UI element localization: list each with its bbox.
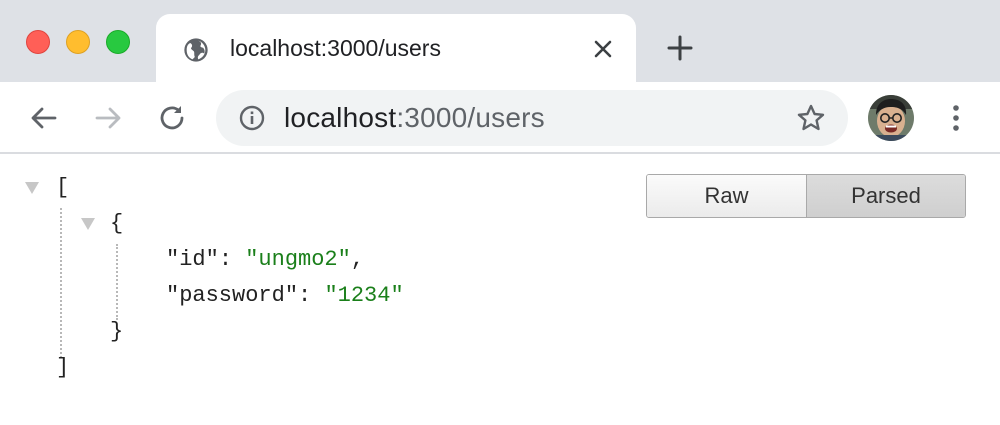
forward-arrow-icon[interactable] xyxy=(92,102,124,134)
json-key: "password" xyxy=(166,283,299,308)
reload-icon[interactable] xyxy=(156,102,188,134)
globe-icon xyxy=(184,38,208,62)
tab-title: localhost:3000/users xyxy=(230,35,441,61)
json-separator: : xyxy=(218,247,246,272)
array-open-bracket: [ xyxy=(56,175,70,200)
json-comma: , xyxy=(350,247,365,272)
json-string-value: "ungmo2" xyxy=(245,247,351,272)
close-tab-icon[interactable] xyxy=(590,36,616,62)
object-close-brace: } xyxy=(110,319,124,344)
raw-button[interactable]: Raw xyxy=(647,175,807,217)
url-path: :3000/users xyxy=(396,102,545,133)
active-tab[interactable]: localhost:3000/users xyxy=(156,14,636,82)
array-indent-guide xyxy=(60,208,62,358)
url-text[interactable]: localhost:3000/users xyxy=(284,102,545,134)
json-key: "id" xyxy=(166,247,219,272)
json-separator: : xyxy=(298,283,325,308)
new-tab-icon[interactable] xyxy=(664,32,696,64)
address-bar[interactable]: localhost:3000/users xyxy=(216,90,848,146)
object-indent-guide xyxy=(116,244,118,320)
tab-strip: localhost:3000/users xyxy=(0,0,1000,82)
json-entry-password: "password": "1234" xyxy=(166,282,404,310)
view-mode-switch: Raw Parsed xyxy=(646,174,966,218)
collapse-object-toggle-icon[interactable] xyxy=(80,217,96,231)
more-menu-icon[interactable] xyxy=(944,100,968,136)
close-window-button[interactable] xyxy=(26,30,50,54)
array-close-bracket: ] xyxy=(56,355,70,380)
profile-avatar[interactable] xyxy=(868,95,914,141)
back-arrow-icon[interactable] xyxy=(28,102,60,134)
info-icon[interactable] xyxy=(238,104,266,132)
url-host: localhost xyxy=(284,102,397,133)
object-open-brace: { xyxy=(110,211,124,236)
minimize-window-button[interactable] xyxy=(66,30,90,54)
parsed-button[interactable]: Parsed xyxy=(807,175,965,217)
browser-toolbar: localhost:3000/users xyxy=(0,82,1000,154)
maximize-window-button[interactable] xyxy=(106,30,130,54)
json-string-value: "1234" xyxy=(324,283,404,308)
collapse-array-toggle-icon[interactable] xyxy=(24,181,40,195)
json-entry-id: "id": "ungmo2", xyxy=(166,246,364,274)
avatar-image xyxy=(868,95,914,141)
bookmark-star-icon[interactable] xyxy=(796,103,826,133)
json-viewer: [ { "id": "ungmo2", "password": "1234" }… xyxy=(0,156,1000,425)
